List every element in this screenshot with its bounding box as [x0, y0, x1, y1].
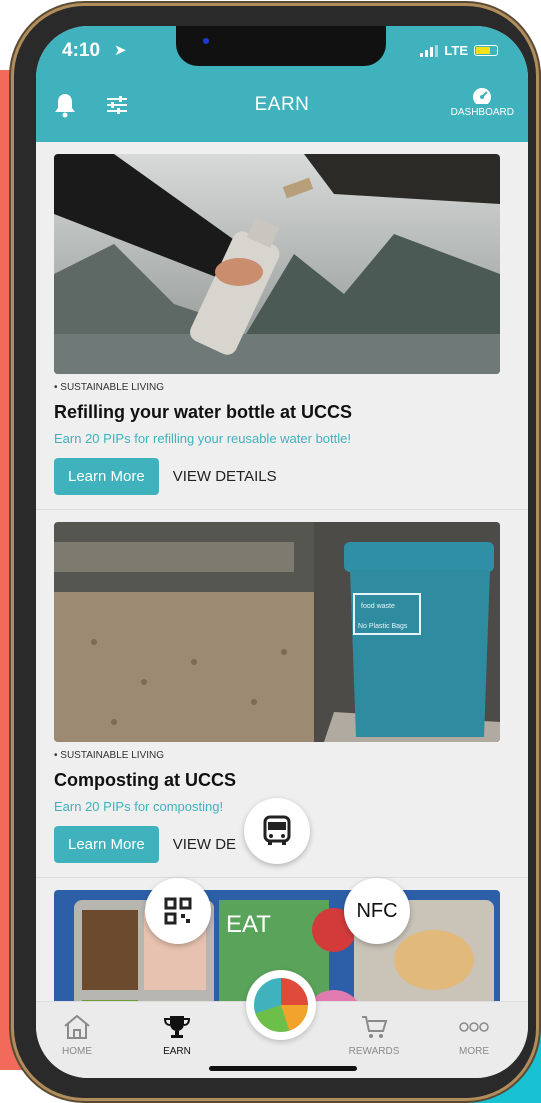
trophy-icon	[163, 1016, 191, 1038]
nfc-button[interactable]: NFC	[344, 878, 410, 944]
earn-feed[interactable]: • SUSTAINABLE LIVING Refilling your wate…	[36, 142, 528, 1002]
card-description: Earn 20 PIPs for refilling your reusable…	[54, 431, 351, 446]
phone-screen: 4:10 ➤ LTE EARN DASHBOARD • SUSTAINABLE …	[36, 26, 528, 1078]
qr-code-icon	[164, 897, 192, 925]
more-dots-icon	[459, 1022, 489, 1032]
tab-rewards[interactable]: REWARDS	[339, 1014, 409, 1057]
notch	[176, 26, 386, 66]
bin-label-no-plastic: No Plastic Bags	[358, 623, 408, 630]
status-time: 4:10	[62, 40, 101, 61]
tab-rewards-label: REWARDS	[348, 1046, 400, 1057]
network-label: LTE	[444, 43, 468, 58]
qr-code-button[interactable]	[145, 878, 211, 944]
tab-more-label: MORE	[459, 1046, 489, 1057]
water-bottle-image[interactable]	[54, 154, 500, 374]
app-header: EARN DASHBOARD	[36, 70, 528, 142]
bin-label-food-waste: food waste	[361, 603, 395, 610]
card-category: • SUSTAINABLE LIVING	[54, 750, 165, 761]
learn-more-button[interactable]: Learn More	[54, 458, 159, 495]
card-title[interactable]: Composting at UCCS	[54, 770, 510, 791]
activity-card: • SUSTAINABLE LIVING Refilling your wate…	[36, 142, 528, 510]
home-indicator[interactable]	[209, 1066, 357, 1071]
card-category: • SUSTAINABLE LIVING	[54, 382, 165, 393]
bus-icon	[263, 815, 291, 845]
globe-icon	[254, 978, 308, 1032]
signal-icon	[420, 44, 439, 57]
speedometer-icon	[473, 88, 492, 106]
bus-button[interactable]	[244, 798, 310, 864]
view-details-button[interactable]: VIEW DE	[173, 836, 236, 853]
shopping-cart-icon	[362, 1016, 388, 1038]
card-title[interactable]: Refilling your water bottle at UCCS	[54, 402, 510, 423]
tab-earn[interactable]: EARN	[142, 1014, 212, 1057]
tab-more[interactable]: MORE	[439, 1014, 509, 1057]
tab-home[interactable]: HOME	[42, 1014, 112, 1057]
tab-earn-label: EARN	[163, 1046, 191, 1057]
tab-home-label: HOME	[62, 1046, 92, 1057]
banner-text: EAT	[226, 911, 271, 938]
center-action-button[interactable]	[246, 970, 316, 1040]
battery-icon	[474, 45, 498, 56]
nfc-label: NFC	[356, 899, 398, 922]
dashboard-label: DASHBOARD	[450, 107, 514, 118]
location-arrow-icon: ➤	[114, 42, 127, 59]
home-icon	[64, 1014, 90, 1039]
dashboard-button[interactable]: DASHBOARD	[451, 86, 514, 118]
view-details-button[interactable]: VIEW DETAILS	[173, 468, 277, 485]
compost-bin-image[interactable]: food waste No Plastic Bags	[54, 522, 500, 742]
learn-more-button[interactable]: Learn More	[54, 826, 159, 863]
